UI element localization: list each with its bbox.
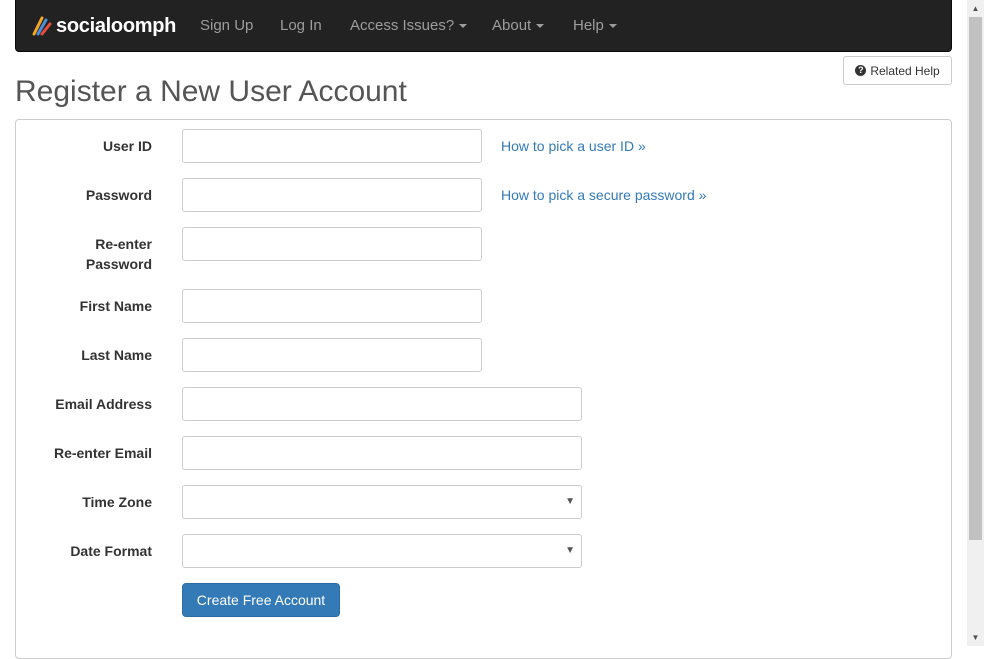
caret-down-icon (608, 24, 617, 29)
reenter-password-label: Re-enter Password (86, 234, 152, 274)
last-name-label: Last Name (81, 347, 152, 363)
password-input[interactable] (182, 178, 482, 212)
brand-logo[interactable]: socialoomph (32, 14, 176, 38)
last-name-input[interactable] (182, 338, 482, 372)
time-zone-select[interactable]: ▼ (182, 485, 582, 519)
socialoomph-logo-icon (32, 16, 52, 36)
page-title: Register a New User Account (15, 75, 407, 108)
nav-help-label: Help (573, 17, 604, 34)
question-circle-icon: ? (855, 65, 867, 76)
scroll-down-arrow-icon[interactable]: ▼ (967, 629, 984, 646)
password-help-link[interactable]: How to pick a secure password » (501, 185, 706, 205)
related-help-button[interactable]: ? Related Help (843, 56, 952, 85)
nav-log-in-label: Log In (280, 17, 322, 34)
email-address-label: Email Address (55, 396, 152, 412)
first-name-label: First Name (79, 298, 152, 314)
nav-access-issues[interactable]: Access Issues? (350, 0, 468, 52)
reenter-email-input[interactable] (182, 436, 582, 470)
date-format-select[interactable]: ▼ (182, 534, 582, 568)
nav-about[interactable]: About (492, 0, 545, 52)
password-label: Password (85, 187, 152, 203)
nav-log-in[interactable]: Log In (280, 0, 322, 52)
reenter-password-label-line1: Re-enter (95, 236, 152, 252)
related-help-label: Related Help (870, 63, 940, 78)
date-format-label: Date Format (70, 543, 152, 559)
reenter-password-label-line2: Password (85, 256, 152, 272)
reenter-email-label: Re-enter Email (53, 445, 152, 461)
first-name-input[interactable] (182, 289, 482, 323)
nav-sign-up-label: Sign Up (200, 17, 254, 34)
time-zone-label: Time Zone (82, 494, 152, 510)
nav-help[interactable]: Help (573, 0, 617, 52)
dropdown-arrow-icon: ▼ (565, 496, 575, 507)
vertical-scrollbar[interactable]: ▲ ▼ (967, 0, 984, 646)
user-id-label: User ID (102, 138, 152, 154)
top-navbar: socialoomph Sign Up Log In Access Issues… (15, 0, 952, 52)
caret-down-icon (459, 24, 468, 29)
reenter-password-input[interactable] (182, 227, 482, 261)
nav-sign-up[interactable]: Sign Up (200, 0, 253, 52)
user-id-help-link[interactable]: How to pick a user ID » (501, 136, 646, 156)
dropdown-arrow-icon: ▼ (565, 545, 575, 556)
scrollbar-thumb[interactable] (969, 17, 982, 540)
nav-about-label: About (492, 17, 532, 34)
nav-access-issues-label: Access Issues? (350, 17, 455, 34)
scroll-up-arrow-icon[interactable]: ▲ (967, 0, 984, 17)
brand-name: socialoomph (56, 15, 177, 37)
email-address-input[interactable] (182, 387, 582, 421)
create-account-button[interactable]: Create Free Account (182, 583, 340, 617)
caret-down-icon (536, 24, 545, 29)
user-id-input[interactable] (182, 129, 482, 163)
